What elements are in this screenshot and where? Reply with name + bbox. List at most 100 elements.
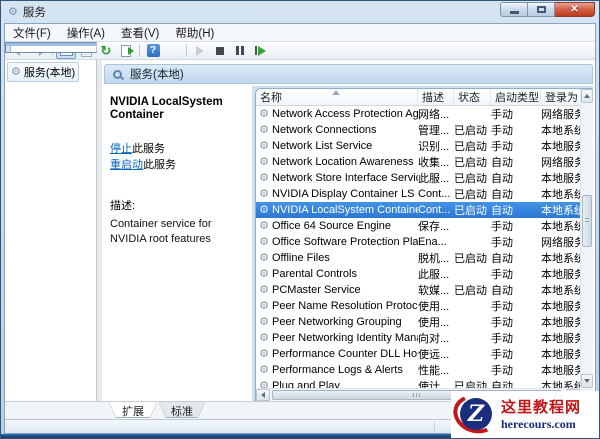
pause-service-icon bbox=[236, 46, 244, 55]
service-desc: 使用... bbox=[418, 301, 450, 313]
start-service-button[interactable] bbox=[190, 42, 210, 59]
panel-header: 服务(本地) bbox=[104, 64, 593, 84]
start-service-icon bbox=[196, 45, 204, 56]
menu-help[interactable]: 帮助(H) bbox=[167, 23, 222, 43]
restart-service-link[interactable]: 重启动 bbox=[110, 159, 143, 171]
service-logon: 本地系统 bbox=[541, 285, 580, 297]
scroll-up-button[interactable] bbox=[581, 89, 593, 103]
service-logon: 本地服务 bbox=[541, 141, 580, 153]
service-startup: 手动 bbox=[491, 317, 513, 329]
service-name: NVIDIA Display Container LS bbox=[272, 188, 415, 200]
menu-view[interactable]: 查看(V) bbox=[113, 23, 167, 43]
maximize-button[interactable] bbox=[528, 2, 555, 17]
column-header-startup-type[interactable]: 启动类型 bbox=[491, 89, 541, 105]
column-header-status[interactable]: 状态 bbox=[454, 89, 491, 105]
service-status: 已启动 bbox=[454, 125, 487, 137]
stop-service-link[interactable]: 停止 bbox=[110, 143, 132, 155]
service-startup: 自动 bbox=[491, 381, 513, 388]
service-status: 已启动 bbox=[454, 205, 487, 217]
refresh-icon: ↻ bbox=[100, 43, 112, 58]
service-logon: 本地服务 bbox=[541, 269, 580, 281]
status-bar-divider bbox=[434, 422, 435, 431]
service-desc: 保存... bbox=[418, 221, 450, 233]
pause-service-button[interactable] bbox=[230, 42, 250, 59]
title-bar[interactable]: ⚙ 服务 ✕ bbox=[1, 1, 599, 23]
column-header-name[interactable]: 名称 bbox=[256, 89, 418, 105]
service-desc: 识别... bbox=[418, 141, 450, 153]
table-row[interactable]: ⚙ Network Store Interface Service 此服... 已启动… bbox=[256, 170, 580, 186]
table-row-selected[interactable]: ⚙ NVIDIA LocalSystem Container Cont... 已启动自… bbox=[256, 202, 580, 218]
window-title: 服务 bbox=[22, 7, 46, 19]
service-startup: 手动 bbox=[491, 365, 513, 377]
vertical-scrollbar[interactable] bbox=[580, 89, 593, 388]
table-row[interactable]: ⚙Office Software Protection Platfo...Ena… bbox=[256, 234, 580, 250]
tree-item-services-local[interactable]: ⚙ 服务(本地) bbox=[7, 62, 80, 82]
column-header-description[interactable]: 描述 bbox=[418, 89, 454, 105]
service-logon: 本地服务 bbox=[541, 317, 580, 329]
menu-action[interactable]: 操作(A) bbox=[59, 23, 113, 43]
table-row[interactable]: ⚙Performance Counter DLL Host使远... 手动 本地服务 bbox=[256, 346, 580, 362]
restart-service-link-row: 重启动此服务 bbox=[110, 157, 244, 173]
services-list: 名称 描述 状态 启动类型 登录为 ⚙ Network Access Protec… bbox=[255, 88, 593, 401]
table-row[interactable]: ⚙Network List Service 识别... 已启动手动 本地服务 bbox=[256, 138, 580, 154]
help-icon: ? bbox=[146, 44, 160, 57]
scroll-down-button[interactable] bbox=[581, 374, 593, 388]
table-row[interactable]: ⚙Network Connections 管理... 已启动手动 本地系统 bbox=[256, 122, 580, 138]
tab-extended[interactable]: 扩展 bbox=[109, 402, 157, 418]
close-button[interactable]: ✕ bbox=[555, 2, 595, 17]
service-startup: 自动 bbox=[491, 205, 513, 217]
table-row[interactable]: ⚙Office 64 Source Engine 保存... 手动 本地系统 bbox=[256, 218, 580, 234]
service-desc: Ena... bbox=[418, 236, 447, 248]
magnifier-icon bbox=[113, 69, 122, 79]
table-row[interactable]: ⚙ Network Location Awareness 收集... 已启动 自动 网络服… bbox=[256, 154, 580, 170]
show-console-tree-button[interactable] bbox=[5, 42, 183, 59]
service-name: Network Location Awareness bbox=[272, 156, 414, 168]
service-status: 已启动 bbox=[454, 253, 487, 265]
service-gear-icon: ⚙ bbox=[259, 235, 269, 248]
tab-standard[interactable]: 标准 bbox=[159, 402, 205, 418]
restart-service-icon bbox=[254, 45, 266, 56]
table-row[interactable]: ⚙Peer Networking Grouping 使用... 手动 本地服务 bbox=[256, 314, 580, 330]
table-row[interactable]: ⚙Plug and Play 使计... 已启动自动 本地系统 bbox=[256, 378, 580, 388]
service-logon: 本地系统 bbox=[541, 221, 580, 233]
description-label: 描述: bbox=[110, 200, 136, 212]
refresh-button[interactable]: ↻ bbox=[96, 42, 116, 59]
vertical-scroll-thumb[interactable] bbox=[582, 195, 592, 247]
restart-service-button[interactable] bbox=[250, 42, 270, 59]
service-startup: 自动 bbox=[491, 173, 513, 185]
help-button[interactable]: ? bbox=[143, 42, 163, 59]
minimize-button[interactable] bbox=[500, 2, 528, 17]
table-row[interactable]: ⚙Performance Logs & Alerts 性能... 手动 本地服务 bbox=[256, 362, 580, 378]
table-row[interactable]: ⚙ Network Access Protection Agent 网络... 手动 网… bbox=[256, 106, 580, 122]
table-row[interactable]: ⚙Offline Files 脱机... 已启动自动 本地系统 bbox=[256, 250, 580, 266]
service-logon: 网络服务 bbox=[541, 237, 580, 249]
service-gear-icon: ⚙ bbox=[259, 363, 269, 376]
service-startup: 手动 bbox=[491, 301, 513, 313]
watermark-site-name: 这里教程网 bbox=[501, 398, 582, 416]
service-desc: 使计... bbox=[418, 381, 450, 388]
services-gear-icon: ⚙ bbox=[11, 65, 21, 78]
service-gear-icon: ⚙ bbox=[259, 299, 269, 312]
table-row[interactable]: ⚙ NVIDIA Display Container LS Cont... 已启动 自动… bbox=[256, 186, 580, 202]
service-desc: 收集... bbox=[418, 157, 450, 169]
service-name: Network Store Interface Service bbox=[272, 172, 418, 184]
table-row[interactable]: ⚙Peer Networking Identity Manager向对... 手动… bbox=[256, 330, 580, 346]
stop-service-button[interactable] bbox=[210, 42, 230, 59]
service-startup: 自动 bbox=[491, 157, 513, 169]
scroll-left-button[interactable] bbox=[256, 389, 270, 401]
service-status: 已启动 bbox=[454, 381, 487, 388]
service-logon: 本地系统 bbox=[541, 253, 580, 265]
service-gear-icon: ⚙ bbox=[259, 155, 269, 168]
service-logon: 本地服务 bbox=[541, 365, 580, 377]
table-row[interactable]: ⚙Parental Controls 此服... 手动 本地服务 bbox=[256, 266, 580, 282]
menu-file[interactable]: 文件(F) bbox=[5, 23, 59, 43]
service-name: PCMaster Service bbox=[272, 284, 361, 296]
export-list-button[interactable] bbox=[116, 42, 136, 59]
service-logon: 本地系统 bbox=[541, 189, 580, 201]
service-gear-icon: ⚙ bbox=[259, 107, 269, 120]
service-gear-icon: ⚙ bbox=[259, 171, 269, 184]
table-row[interactable]: ⚙ Peer Name Resolution Protocol 使用... 手动 本地服… bbox=[256, 298, 580, 314]
table-row[interactable]: ⚙PCMaster Service 软媒... 已启动自动 本地系统 bbox=[256, 282, 580, 298]
services-list-wrap: 名称 描述 状态 启动类型 登录为 ⚙ Network Access Protec… bbox=[252, 86, 593, 401]
description-text: Container service for NVIDIA root featur… bbox=[110, 218, 212, 245]
